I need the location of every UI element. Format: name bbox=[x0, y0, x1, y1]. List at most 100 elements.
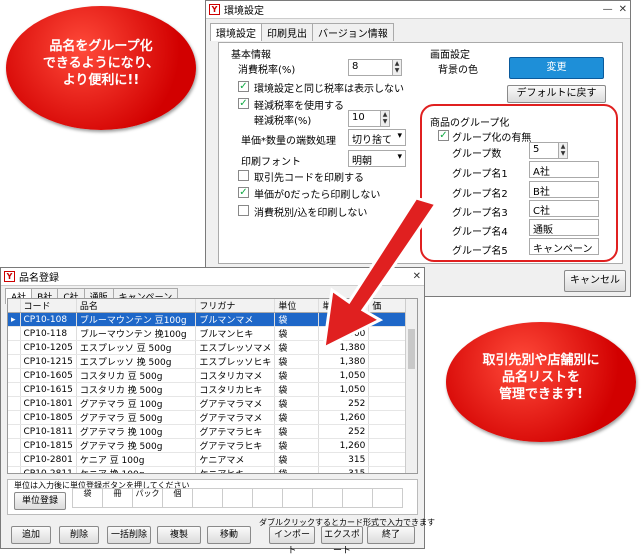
tax-spinner[interactable]: ▲ ▼ bbox=[392, 59, 402, 76]
unit-cell[interactable] bbox=[282, 488, 313, 508]
table-row[interactable]: CP10-2801 ケニア 豆 100g ケニアマメ袋 315 bbox=[8, 452, 406, 467]
chk-group[interactable]: ✓ bbox=[438, 130, 449, 141]
rounding-select[interactable]: 切り捨て bbox=[348, 129, 406, 146]
duplicate-button[interactable]: 複製 bbox=[157, 526, 201, 544]
row-selector[interactable] bbox=[8, 410, 21, 425]
exit-button[interactable]: 終了 bbox=[367, 526, 415, 544]
unit-section: 単位は入力後に単位登録ボタンを押してください 単位登録 袋冊パック個 bbox=[7, 479, 418, 515]
group-count-input[interactable]: 5 bbox=[529, 142, 559, 159]
bg-color-label: 背景の色 bbox=[438, 65, 478, 76]
chk-print-code[interactable] bbox=[238, 170, 249, 181]
row-selector[interactable] bbox=[8, 382, 21, 397]
cell-price: 315 bbox=[318, 452, 370, 467]
change-color-button[interactable]: 変更 bbox=[509, 57, 604, 79]
move-button[interactable]: 移動 bbox=[207, 526, 251, 544]
table-row[interactable]: CP10-1605 コスタリカ 豆 500g コスタリカマメ袋 1,050 bbox=[8, 368, 406, 383]
delete-button[interactable]: 削除 bbox=[59, 526, 99, 544]
cell-kana: ブルマンマメ bbox=[195, 312, 276, 327]
chk-reduced[interactable]: ✓ bbox=[238, 98, 249, 109]
table-row[interactable]: CP10-1811 グアテマラ 挽 100g グアテマラヒキ袋 252 bbox=[8, 424, 406, 439]
chk-tax-incl[interactable] bbox=[238, 205, 249, 216]
cell-name: グアテマラ 挽 500g bbox=[76, 438, 197, 453]
table-row[interactable]: CP10-1815 グアテマラ 挽 500g グアテマラヒキ袋 1,260 bbox=[8, 438, 406, 453]
group-name-5-input[interactable]: キャンペーン bbox=[529, 238, 599, 255]
row-selector[interactable]: ▸ bbox=[8, 312, 21, 327]
cell-empty bbox=[368, 438, 406, 453]
row-selector[interactable] bbox=[8, 354, 21, 369]
row-selector[interactable] bbox=[8, 466, 21, 473]
group-name-1-label: グループ名1 bbox=[452, 169, 508, 180]
minimize-icon[interactable]: — bbox=[603, 4, 613, 15]
row-selector[interactable] bbox=[8, 452, 21, 467]
product-group-title: 商品のグループ化 bbox=[430, 118, 510, 129]
unit-cell[interactable]: 冊 bbox=[102, 488, 133, 508]
cell-unit: 袋 bbox=[274, 452, 320, 467]
group-count-spinner[interactable]: ▲ ▼ bbox=[558, 142, 568, 159]
row-selector[interactable] bbox=[8, 438, 21, 453]
tab-version[interactable]: バージョン情報 bbox=[312, 23, 394, 41]
screen-group-title: 画面設定 bbox=[430, 50, 470, 61]
cell-kana: コスタリカマメ bbox=[195, 368, 276, 383]
col-name[interactable]: 品名 bbox=[76, 299, 197, 313]
cell-kana: グアテマラマメ bbox=[195, 410, 276, 425]
col-unit[interactable]: 単位 bbox=[274, 299, 320, 313]
default-button[interactable]: デフォルトに戻す bbox=[507, 85, 606, 103]
unit-cell[interactable]: 袋 bbox=[72, 488, 103, 508]
unit-cell[interactable] bbox=[252, 488, 283, 508]
group-name-4-input[interactable]: 通販 bbox=[529, 219, 599, 236]
chk-same-tax-label: 環境設定と同じ税率は表示しない bbox=[254, 84, 404, 95]
table-row[interactable]: CP10-1801 グアテマラ 豆 100g グアテマラマメ袋 252 bbox=[8, 396, 406, 411]
table-row[interactable]: CP10-1805 グアテマラ 豆 500g グアテマラマメ袋 1,260 bbox=[8, 410, 406, 425]
font-select[interactable]: 明朝 bbox=[348, 150, 406, 167]
cell-price: 252 bbox=[318, 424, 370, 439]
chk-group-label: グループ化の有無 bbox=[452, 133, 532, 144]
cancel-button[interactable]: キャンセル bbox=[564, 270, 626, 292]
cell-unit: 袋 bbox=[274, 410, 320, 425]
cell-code: CP10-1215 bbox=[20, 354, 77, 369]
cell-name: コスタリカ 挽 500g bbox=[76, 382, 197, 397]
tab-environment[interactable]: 環境設定 bbox=[210, 23, 262, 41]
cell-unit: 袋 bbox=[274, 312, 320, 327]
tax-input[interactable]: 8 bbox=[348, 59, 393, 76]
unit-cell[interactable] bbox=[342, 488, 373, 508]
bubble-top-line3: より便利に!! bbox=[62, 73, 140, 88]
cell-name: グアテマラ 豆 500g bbox=[76, 410, 197, 425]
import-button[interactable]: インポート bbox=[269, 526, 315, 556]
table-row[interactable]: CP10-1615 コスタリカ 挽 500g コスタリカヒキ袋 1,050 bbox=[8, 382, 406, 397]
cell-name: グアテマラ 挽 100g bbox=[76, 424, 197, 439]
group-name-2-input[interactable]: B社 bbox=[529, 181, 599, 198]
unit-cell[interactable] bbox=[372, 488, 403, 508]
app-icon: Y bbox=[4, 271, 15, 282]
unit-cell[interactable] bbox=[222, 488, 253, 508]
chk-zero-price[interactable]: ✓ bbox=[238, 187, 249, 198]
group-name-3-input[interactable]: C社 bbox=[529, 200, 599, 217]
reduced-spinner[interactable]: ▲ ▼ bbox=[380, 110, 390, 127]
unit-cell[interactable] bbox=[192, 488, 223, 508]
close-icon[interactable]: ✕ bbox=[619, 4, 627, 15]
row-selector[interactable] bbox=[8, 424, 21, 439]
red-arrow-icon bbox=[322, 198, 439, 351]
basic-group-title: 基本情報 bbox=[231, 50, 271, 61]
row-selector[interactable] bbox=[8, 340, 21, 355]
chk-same-tax[interactable]: ✓ bbox=[238, 81, 249, 92]
cell-name: エスプレッソ 挽 500g bbox=[76, 354, 197, 369]
add-button[interactable]: 追加 bbox=[11, 526, 51, 544]
unit-cell[interactable]: 個 bbox=[162, 488, 193, 508]
tab-print-heading[interactable]: 印刷見出 bbox=[261, 23, 313, 41]
cell-code: CP10-1815 bbox=[20, 438, 77, 453]
bulk-delete-button[interactable]: 一括削除 bbox=[107, 526, 151, 544]
unit-register-button[interactable]: 単位登録 bbox=[14, 492, 66, 510]
unit-cell[interactable]: パック bbox=[132, 488, 163, 508]
table-row[interactable]: CP10-2811ケニア 挽 100gケニアヒキ袋315 bbox=[8, 466, 406, 473]
row-selector[interactable] bbox=[8, 396, 21, 411]
row-selector[interactable] bbox=[8, 326, 21, 341]
col-kana[interactable]: フリガナ bbox=[195, 299, 276, 313]
export-button[interactable]: エクスポート bbox=[321, 526, 363, 556]
unit-cell[interactable] bbox=[312, 488, 343, 508]
group-name-1-input[interactable]: A社 bbox=[529, 161, 599, 178]
row-selector[interactable] bbox=[8, 368, 21, 383]
cell-code: CP10-1811 bbox=[20, 424, 77, 439]
reduced-input[interactable]: 10 bbox=[348, 110, 381, 127]
col-code[interactable]: コード bbox=[20, 299, 77, 313]
cell-price: 1,260 bbox=[318, 438, 370, 453]
